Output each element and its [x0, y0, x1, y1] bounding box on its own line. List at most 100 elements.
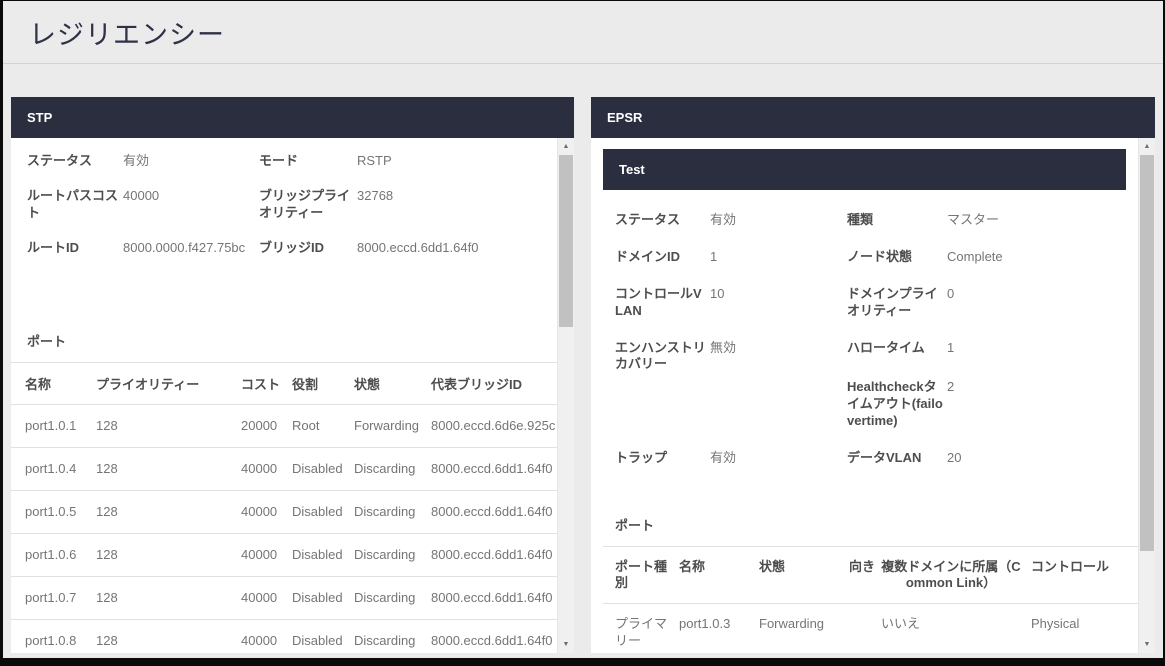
stp-scrollbar[interactable]: ▲ ▼	[557, 138, 574, 653]
scroll-down-icon[interactable]: ▼	[1139, 636, 1155, 653]
field-label: Healthcheckタイムアウト(failovertime)	[847, 379, 947, 430]
epsr-panel: EPSR Test ステータス 有効 種類 マスター ドメインID 1 ノード状…	[591, 97, 1155, 653]
table-cell: 128	[96, 547, 241, 562]
table-cell: 128	[96, 633, 241, 648]
column-header: 代表ブリッジID	[431, 374, 557, 393]
field-label: ノード状態	[847, 249, 947, 266]
field-label: エンハンストリカバリー	[615, 340, 710, 374]
field-label: ステータス	[615, 212, 710, 229]
column-header: ポート種別	[615, 547, 679, 604]
field-label: コントロールVLAN	[615, 286, 710, 320]
stp-field-row: ルートID 8000.0000.f427.75bc ブリッジID 8000.ec…	[27, 240, 557, 257]
epsr-port-section-label: ポート	[615, 515, 1138, 534]
table-cell: Forwarding	[759, 604, 849, 653]
field-label	[615, 379, 710, 430]
table-cell: 40000	[241, 590, 292, 605]
table-cell: Disabled	[292, 633, 354, 648]
stp-panel-header: STP	[11, 97, 574, 138]
stp-panel: STP ステータス 有効 モード RSTP ルートパスコスト 40000 ブリッ…	[11, 97, 574, 653]
field-value: 有効	[123, 153, 259, 170]
field-label: ドメインID	[615, 249, 710, 266]
table-cell: 128	[96, 461, 241, 476]
field-value: 1	[947, 340, 1138, 374]
table-cell: 20000	[241, 418, 292, 433]
column-header: プライオリティー	[96, 374, 241, 393]
table-cell: port1.0.7	[25, 590, 96, 605]
table-row: port1.0.6 128 40000 Disabled Discarding …	[11, 534, 557, 577]
stp-fields: ステータス 有効 モード RSTP ルートパスコスト 40000 ブリッジプライ…	[11, 138, 557, 257]
stp-scrollbar-thumb[interactable]	[559, 155, 573, 327]
table-cell: Discarding	[354, 633, 431, 648]
epsr-port-table: ポート種別 名称 状態 向き 複数ドメインに所属（Common Link） コン…	[603, 546, 1138, 653]
column-header: 複数ドメインに所属（Common Link）	[881, 547, 1031, 604]
field-value: 8000.eccd.6dd1.64f0	[357, 240, 557, 257]
epsr-scrollbar-thumb[interactable]	[1140, 155, 1154, 551]
table-cell: 128	[96, 418, 241, 433]
field-value: 8000.0000.f427.75bc	[123, 240, 259, 257]
table-cell: Discarding	[354, 547, 431, 562]
table-cell: 128	[96, 590, 241, 605]
table-cell: 128	[96, 504, 241, 519]
field-value: 32768	[357, 188, 557, 222]
column-header: コントロール	[1031, 547, 1138, 604]
table-cell: Disabled	[292, 590, 354, 605]
table-header-row: ポート種別 名称 状態 向き 複数ドメインに所属（Common Link） コン…	[603, 547, 1138, 605]
table-cell: Discarding	[354, 504, 431, 519]
epsr-panel-body: Test ステータス 有効 種類 マスター ドメインID 1 ノード状態 Com…	[591, 138, 1155, 653]
stp-port-table: 名称 プライオリティー コスト 役割 状態 代表ブリッジID port1.0.1…	[11, 362, 557, 653]
titlebar: レジリエンシー	[3, 1, 1163, 64]
table-cell: Disabled	[292, 547, 354, 562]
table-cell: 8000.eccd.6dd1.64f0	[431, 633, 557, 648]
field-label: ブリッジID	[259, 240, 357, 257]
field-label: ルートID	[27, 240, 123, 257]
page-title: レジリエンシー	[29, 13, 225, 52]
table-cell: 8000.eccd.6dd1.64f0	[431, 547, 557, 562]
field-label: データVLAN	[847, 450, 947, 467]
table-cell: 8000.eccd.6dd1.64f0	[431, 590, 557, 605]
table-cell: Forwarding	[354, 418, 431, 433]
table-cell: プライマリー	[615, 604, 679, 653]
field-label: トラップ	[615, 450, 710, 467]
table-cell: port1.0.1	[25, 418, 96, 433]
table-cell: 8000.eccd.6d6e.925c	[431, 418, 557, 433]
table-cell: いいえ	[881, 604, 1031, 653]
table-cell: 40000	[241, 633, 292, 648]
table-row: プライマリー port1.0.3 Forwarding いいえ Physical	[603, 604, 1138, 653]
field-value: RSTP	[357, 153, 557, 170]
table-cell: port1.0.5	[25, 504, 96, 519]
field-label: ステータス	[27, 153, 123, 170]
field-label: ドメインプライオリティー	[847, 286, 947, 320]
column-header: 向き	[849, 547, 881, 604]
epsr-domain-header: Test	[603, 149, 1126, 190]
epsr-fields: ステータス 有効 種類 マスター ドメインID 1 ノード状態 Complete…	[591, 190, 1138, 467]
resiliency-page: { "page": { "title": "レジリエンシー" }, "color…	[0, 0, 1165, 666]
table-cell: 8000.eccd.6dd1.64f0	[431, 461, 557, 476]
epsr-field-row: エンハンストリカバリー 無効 ハロータイム 1	[615, 340, 1138, 374]
field-value: 1	[710, 249, 847, 266]
table-cell: Discarding	[354, 590, 431, 605]
field-value: 10	[710, 286, 847, 320]
field-value: 有効	[710, 450, 847, 467]
table-header-row: 名称 プライオリティー コスト 役割 状態 代表ブリッジID	[11, 363, 557, 405]
scroll-up-icon[interactable]: ▲	[558, 138, 574, 155]
field-label: ハロータイム	[847, 340, 947, 374]
epsr-scrollbar[interactable]: ▲ ▼	[1138, 138, 1155, 653]
epsr-field-row: コントロールVLAN 10 ドメインプライオリティー 0	[615, 286, 1138, 320]
field-value: 0	[947, 286, 1138, 320]
field-label: ブリッジプライオリティー	[259, 188, 357, 222]
field-label: モード	[259, 153, 357, 170]
stp-field-row: ステータス 有効 モード RSTP	[27, 153, 557, 170]
epsr-field-row: トラップ 有効 データVLAN 20	[615, 450, 1138, 467]
table-row: port1.0.4 128 40000 Disabled Discarding …	[11, 448, 557, 491]
scroll-down-icon[interactable]: ▼	[558, 636, 574, 653]
field-value: 有効	[710, 212, 847, 229]
field-value: 無効	[710, 340, 847, 374]
stp-panel-body: ステータス 有効 モード RSTP ルートパスコスト 40000 ブリッジプライ…	[11, 138, 574, 653]
epsr-field-row: ドメインID 1 ノード状態 Complete	[615, 249, 1138, 266]
table-row: port1.0.5 128 40000 Disabled Discarding …	[11, 491, 557, 534]
scroll-up-icon[interactable]: ▲	[1139, 138, 1155, 155]
field-label: ルートパスコスト	[27, 188, 123, 222]
field-label: 種類	[847, 212, 947, 229]
table-cell: 40000	[241, 504, 292, 519]
stp-port-section-label: ポート	[27, 331, 557, 350]
